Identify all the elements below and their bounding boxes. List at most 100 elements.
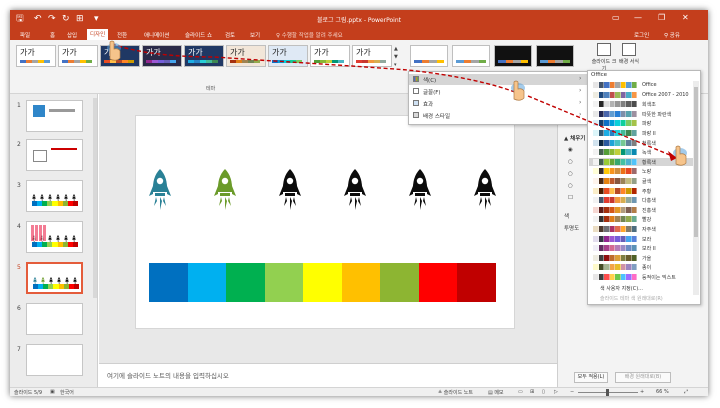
menu-item-background-styles[interactable]: 배경 스타일 ›: [409, 110, 589, 121]
palette-row[interactable]: Office 2007 - 2010: [589, 91, 693, 100]
tab-design[interactable]: 디자인: [87, 29, 109, 40]
palette-row[interactable]: 파랑: [589, 119, 693, 128]
rocket-icon[interactable]: [214, 168, 236, 212]
rocket-icon[interactable]: [149, 168, 171, 212]
menu-item-effects[interactable]: 효과 ›: [409, 98, 589, 109]
color-block[interactable]: [457, 263, 496, 302]
color-block[interactable]: [149, 263, 188, 302]
minimize-icon[interactable]: —: [634, 13, 642, 22]
tell-me-box[interactable]: ♀ 수행할 작업을 알려 주세요: [276, 31, 343, 39]
theme-thumbnail[interactable]: 가가: [16, 45, 56, 67]
color-block[interactable]: [341, 263, 381, 302]
palette-scrollbar[interactable]: [693, 81, 699, 295]
palette-row[interactable]: 보라 II: [589, 244, 693, 253]
customize-colors-item[interactable]: 색 사용자 지정(C)...: [600, 285, 643, 292]
rocket-icon[interactable]: [409, 168, 431, 212]
tab-insert[interactable]: 삽입: [67, 31, 77, 39]
rocket-icon[interactable]: [474, 168, 496, 212]
normal-view-icon[interactable]: ▭: [518, 389, 523, 395]
palette-row[interactable]: 노랑: [589, 167, 693, 176]
tab-animations[interactable]: 애니메이션: [144, 31, 169, 39]
reading-view-icon[interactable]: ▯: [542, 389, 545, 395]
palette-scroll-thumb[interactable]: [694, 87, 698, 237]
palette-row[interactable]: 회색조: [589, 100, 693, 109]
color-block[interactable]: [264, 263, 304, 302]
tab-review[interactable]: 검토: [225, 31, 235, 39]
color-block[interactable]: [226, 263, 265, 302]
color-block[interactable]: [303, 263, 342, 302]
theme-thumbnail[interactable]: 가가: [58, 45, 98, 67]
gallery-down-icon[interactable]: ▼: [394, 54, 398, 60]
slide-thumb-1[interactable]: [26, 100, 83, 132]
palette-row[interactable]: 종이: [589, 263, 693, 272]
ribbon-display-icon[interactable]: ▭: [612, 13, 620, 22]
variant-thumbnail[interactable]: [494, 45, 532, 67]
zoom-out-icon[interactable]: −: [570, 389, 574, 395]
variant-thumbnail[interactable]: [452, 45, 490, 67]
notes-toggle-button[interactable]: ≜ 슬라이드 노트: [438, 389, 473, 396]
fill-checkbox[interactable]: ☐: [568, 195, 573, 201]
palette-row[interactable]: 주황: [589, 187, 693, 196]
share-button[interactable]: ⚲ 공유: [664, 31, 680, 39]
close-icon[interactable]: ✕: [682, 13, 689, 22]
fill-radio-1[interactable]: ◉: [568, 147, 573, 153]
theme-thumbnail[interactable]: 가가: [142, 45, 182, 67]
slide-thumb-2[interactable]: [26, 139, 83, 171]
slide-thumb-5[interactable]: [26, 262, 83, 294]
theme-thumbnail[interactable]: 가가: [100, 45, 140, 67]
zoom-level[interactable]: 66 %: [656, 389, 669, 395]
fill-radio-4[interactable]: ○: [568, 183, 573, 189]
theme-thumbnail[interactable]: 가가: [226, 45, 266, 67]
fill-radio-2[interactable]: ○: [568, 159, 573, 165]
zoom-slider-thumb[interactable]: [606, 389, 609, 396]
notes-pane[interactable]: 여기에 슬라이드 노트의 내용을 입력하십시오: [99, 363, 557, 387]
palette-row[interactable]: 따뜻한 파란색: [589, 110, 693, 119]
tab-file[interactable]: 파일: [20, 31, 30, 39]
gallery-more-icon[interactable]: ▾: [394, 62, 397, 68]
reset-theme-colors-item[interactable]: 슬라이드 테마 색 원래대로(R): [600, 295, 663, 302]
tab-view[interactable]: 보기: [250, 31, 260, 39]
palette-row[interactable]: 파랑 II: [589, 129, 693, 138]
theme-thumbnail[interactable]: 가가: [310, 45, 350, 67]
color-block[interactable]: [187, 263, 227, 302]
palette-row[interactable]: Office: [589, 81, 693, 90]
format-background-button[interactable]: 배경 서식: [617, 43, 641, 65]
slide-thumb-6[interactable]: [26, 303, 83, 335]
gallery-up-icon[interactable]: ▲: [394, 46, 398, 52]
restore-icon[interactable]: ❐: [658, 13, 665, 22]
spellcheck-icon[interactable]: ▣: [50, 389, 55, 395]
palette-row[interactable]: 빨강: [589, 215, 693, 224]
fit-to-window-icon[interactable]: ⤢: [684, 389, 688, 395]
slide-thumb-4[interactable]: [26, 221, 83, 253]
slideshow-view-icon[interactable]: ▷: [554, 389, 558, 395]
comments-toggle-button[interactable]: ▤ 메모: [488, 389, 504, 396]
palette-row[interactable]: 황록색: [589, 157, 693, 167]
color-block[interactable]: [418, 263, 458, 302]
palette-row[interactable]: 다홍색: [589, 196, 693, 205]
fill-radio-3[interactable]: ○: [568, 171, 573, 177]
tab-slideshow[interactable]: 슬라이드 쇼: [185, 31, 212, 39]
variant-thumbnail[interactable]: [536, 45, 574, 67]
slide-size-button[interactable]: 슬라이드 크기: [591, 43, 617, 72]
reset-background-button[interactable]: 배경 원래대로(B): [615, 372, 671, 383]
menu-item-colors[interactable]: 색(C) ›: [409, 74, 589, 85]
theme-thumbnail[interactable]: 가가: [352, 45, 392, 67]
tab-transitions[interactable]: 전환: [117, 31, 127, 39]
palette-row[interactable]: 보라: [589, 235, 693, 244]
apply-to-all-button[interactable]: 모두 적용(L): [574, 372, 608, 383]
palette-row[interactable]: 귤색: [589, 177, 693, 186]
color-block[interactable]: [380, 263, 419, 302]
rocket-icon[interactable]: [279, 168, 301, 212]
language-indicator[interactable]: 한국어: [60, 389, 74, 396]
palette-row[interactable]: 자주색: [589, 225, 693, 234]
menu-item-fonts[interactable]: 글꼴(F) ›: [409, 86, 589, 97]
palette-row[interactable]: 진홍색: [589, 206, 693, 215]
slide-thumb-7[interactable]: [26, 344, 83, 376]
tab-home[interactable]: 홈: [50, 31, 55, 39]
theme-thumbnail[interactable]: 가가: [184, 45, 224, 67]
palette-row[interactable]: 가을: [589, 254, 693, 263]
sign-in-link[interactable]: 로그인: [634, 31, 649, 39]
rocket-icon[interactable]: [344, 168, 366, 212]
palette-row[interactable]: 녹색: [589, 148, 693, 157]
theme-thumbnail[interactable]: 가가: [268, 45, 308, 67]
